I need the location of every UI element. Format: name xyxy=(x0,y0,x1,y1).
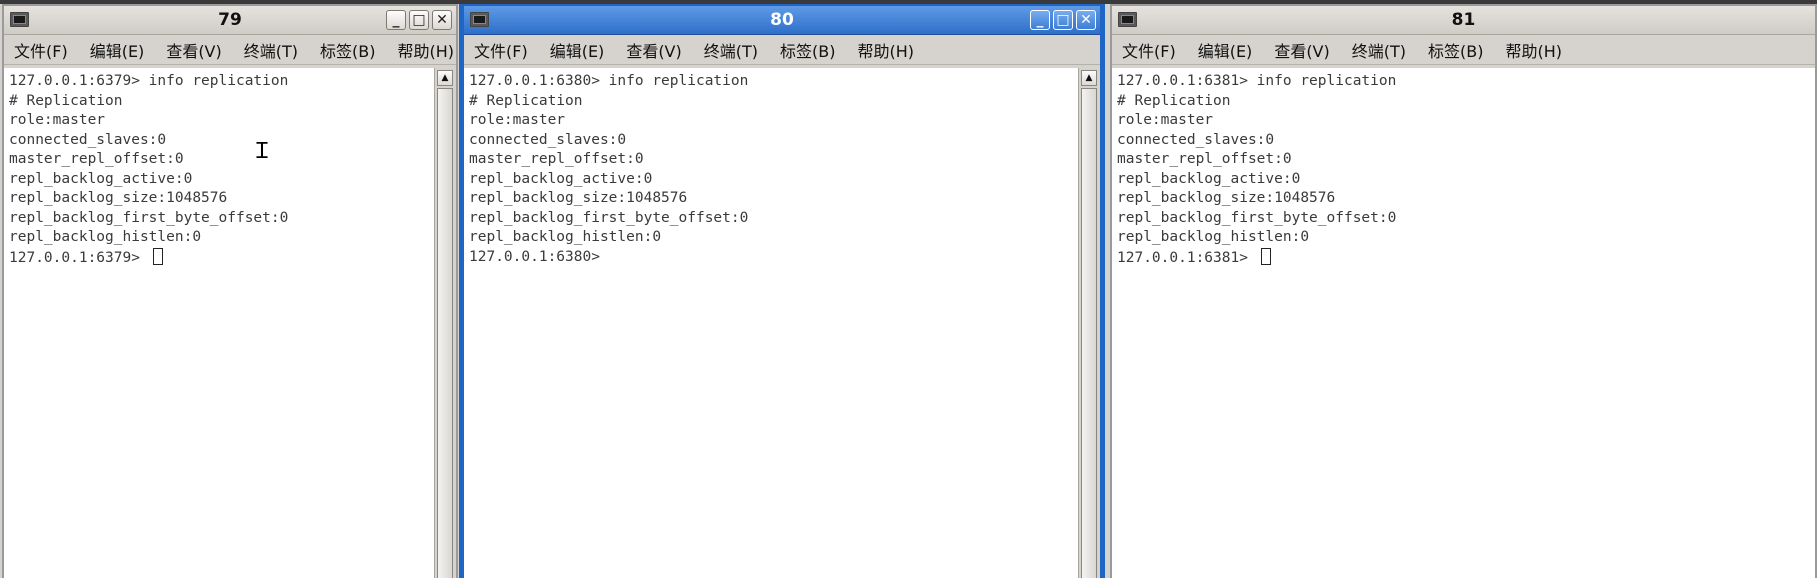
menu-terminal[interactable]: 终端(T) xyxy=(704,38,758,62)
terminal-line: repl_backlog_active:0 xyxy=(9,170,193,187)
menu-edit[interactable]: 编辑(E) xyxy=(90,38,145,62)
menu-terminal[interactable]: 终端(T) xyxy=(244,38,298,62)
menu-view[interactable]: 查看(V) xyxy=(166,38,221,62)
terminal-line: repl_backlog_active:0 xyxy=(1117,170,1301,187)
terminal-line: role:master xyxy=(9,112,106,128)
vertical-scrollbar[interactable]: ▲ xyxy=(434,68,456,578)
prompt-text: 127.0.0.1:6380> xyxy=(469,248,609,265)
minimize-button[interactable]: _ xyxy=(1030,10,1050,30)
scrollbar-thumb[interactable] xyxy=(437,88,453,578)
terminal-line: 127.0.0.1:6379> info replication xyxy=(9,73,289,89)
terminal-line: repl_backlog_size:1048576 xyxy=(9,190,228,206)
menu-bar: 文件(F) 编辑(E) 查看(V) 终端(T) 标签(B) 帮助(H) xyxy=(464,35,1100,65)
text-cursor xyxy=(152,247,163,265)
terminal-line: repl_backlog_first_byte_offset:0 xyxy=(469,209,749,226)
menu-file[interactable]: 文件(F) xyxy=(1122,38,1176,62)
terminal-line: repl_backlog_size:1048576 xyxy=(1117,190,1336,206)
terminal-output[interactable]: 127.0.0.1:6381> info replication # Repli… xyxy=(1112,68,1815,578)
terminal-line: repl_backlog_size:1048576 xyxy=(469,190,688,206)
menu-file[interactable]: 文件(F) xyxy=(474,38,528,62)
prompt-text: 127.0.0.1:6381> xyxy=(1117,249,1257,266)
prompt-text: 127.0.0.1:6379> xyxy=(9,249,149,266)
text-cursor xyxy=(1260,247,1271,265)
vertical-scrollbar[interactable]: ▲ xyxy=(1078,68,1100,578)
terminal-window-79[interactable]: 79 _ □ ✕ 文件(F) 编辑(E) 查看(V) 终端(T) 标签(B) 帮… xyxy=(2,4,458,578)
window-title: 81 xyxy=(1451,10,1476,30)
window-title: 80 xyxy=(770,10,794,30)
menu-view[interactable]: 查看(V) xyxy=(1274,38,1329,62)
terminal-window-81[interactable]: 81 文件(F) 编辑(E) 查看(V) 终端(T) 标签(B) 帮助(H) 1… xyxy=(1110,4,1817,578)
prompt-line[interactable]: 127.0.0.1:6380> xyxy=(469,248,1078,268)
terminal-line: 127.0.0.1:6380> info replication xyxy=(469,73,749,89)
menu-bar: 文件(F) 编辑(E) 查看(V) 终端(T) 标签(B) 帮助(H) xyxy=(4,35,456,65)
menu-view[interactable]: 查看(V) xyxy=(626,38,681,62)
close-button[interactable]: ✕ xyxy=(432,10,452,30)
terminal-line: repl_backlog_histlen:0 xyxy=(9,229,202,245)
terminal-line: connected_slaves:0 xyxy=(9,131,167,148)
terminal-line: # Replication xyxy=(1117,92,1231,109)
terminal-window-80[interactable]: 80 _ □ ✕ 文件(F) 编辑(E) 查看(V) 终端(T) 标签(B) 帮… xyxy=(459,4,1105,578)
terminal-line: # Replication xyxy=(9,92,123,109)
title-bar[interactable]: 79 _ □ ✕ xyxy=(4,6,456,35)
terminal-line: master_repl_offset:0 xyxy=(469,151,644,167)
menu-edit[interactable]: 编辑(E) xyxy=(550,38,605,62)
terminal-line: repl_backlog_first_byte_offset:0 xyxy=(1117,209,1397,226)
scrollbar-thumb[interactable] xyxy=(1081,88,1097,578)
menu-tabs[interactable]: 标签(B) xyxy=(780,38,835,62)
scroll-up-arrow-icon[interactable]: ▲ xyxy=(1081,70,1097,86)
terminal-line: connected_slaves:0 xyxy=(1117,131,1275,148)
scroll-up-arrow-icon[interactable]: ▲ xyxy=(437,70,453,86)
terminal-line: connected_slaves:0 xyxy=(469,131,627,148)
menu-file[interactable]: 文件(F) xyxy=(14,38,68,62)
terminal-line: # Replication xyxy=(469,92,583,109)
terminal-line: repl_backlog_first_byte_offset:0 xyxy=(9,209,289,226)
menu-bar: 文件(F) 编辑(E) 查看(V) 终端(T) 标签(B) 帮助(H) xyxy=(1112,35,1815,65)
menu-tabs[interactable]: 标签(B) xyxy=(320,38,375,62)
terminal-line: 127.0.0.1:6381> info replication xyxy=(1117,73,1397,89)
menu-help[interactable]: 帮助(H) xyxy=(857,38,914,62)
maximize-button[interactable]: □ xyxy=(409,10,429,30)
menu-help[interactable]: 帮助(H) xyxy=(1505,38,1562,62)
close-button[interactable]: ✕ xyxy=(1076,10,1096,30)
menu-edit[interactable]: 编辑(E) xyxy=(1198,38,1253,62)
terminal-line: repl_backlog_active:0 xyxy=(469,170,653,187)
prompt-line[interactable]: 127.0.0.1:6381> xyxy=(1117,247,1815,268)
terminal-output[interactable]: 127.0.0.1:6380> info replication # Repli… xyxy=(464,68,1078,578)
menu-tabs[interactable]: 标签(B) xyxy=(1428,38,1483,62)
menu-terminal[interactable]: 终端(T) xyxy=(1352,38,1406,62)
terminal-line: repl_backlog_histlen:0 xyxy=(1117,229,1310,245)
terminal-line: role:master xyxy=(1117,112,1214,128)
maximize-button[interactable]: □ xyxy=(1053,10,1073,30)
title-bar[interactable]: 80 _ □ ✕ xyxy=(464,6,1100,35)
menu-help[interactable]: 帮助(H) xyxy=(397,38,454,62)
terminal-line: role:master xyxy=(469,112,566,128)
terminal-output[interactable]: 127.0.0.1:6379> info replication # Repli… xyxy=(4,68,434,578)
terminal-line: master_repl_offset:0 xyxy=(1117,151,1292,167)
title-bar[interactable]: 81 xyxy=(1112,6,1815,35)
ibeam-cursor-icon: Ｉ xyxy=(251,139,274,164)
minimize-button[interactable]: _ xyxy=(386,10,406,30)
terminal-line: repl_backlog_histlen:0 xyxy=(469,229,662,245)
prompt-line[interactable]: 127.0.0.1:6379> xyxy=(9,247,434,268)
terminal-line: master_repl_offset:0 xyxy=(9,151,184,167)
